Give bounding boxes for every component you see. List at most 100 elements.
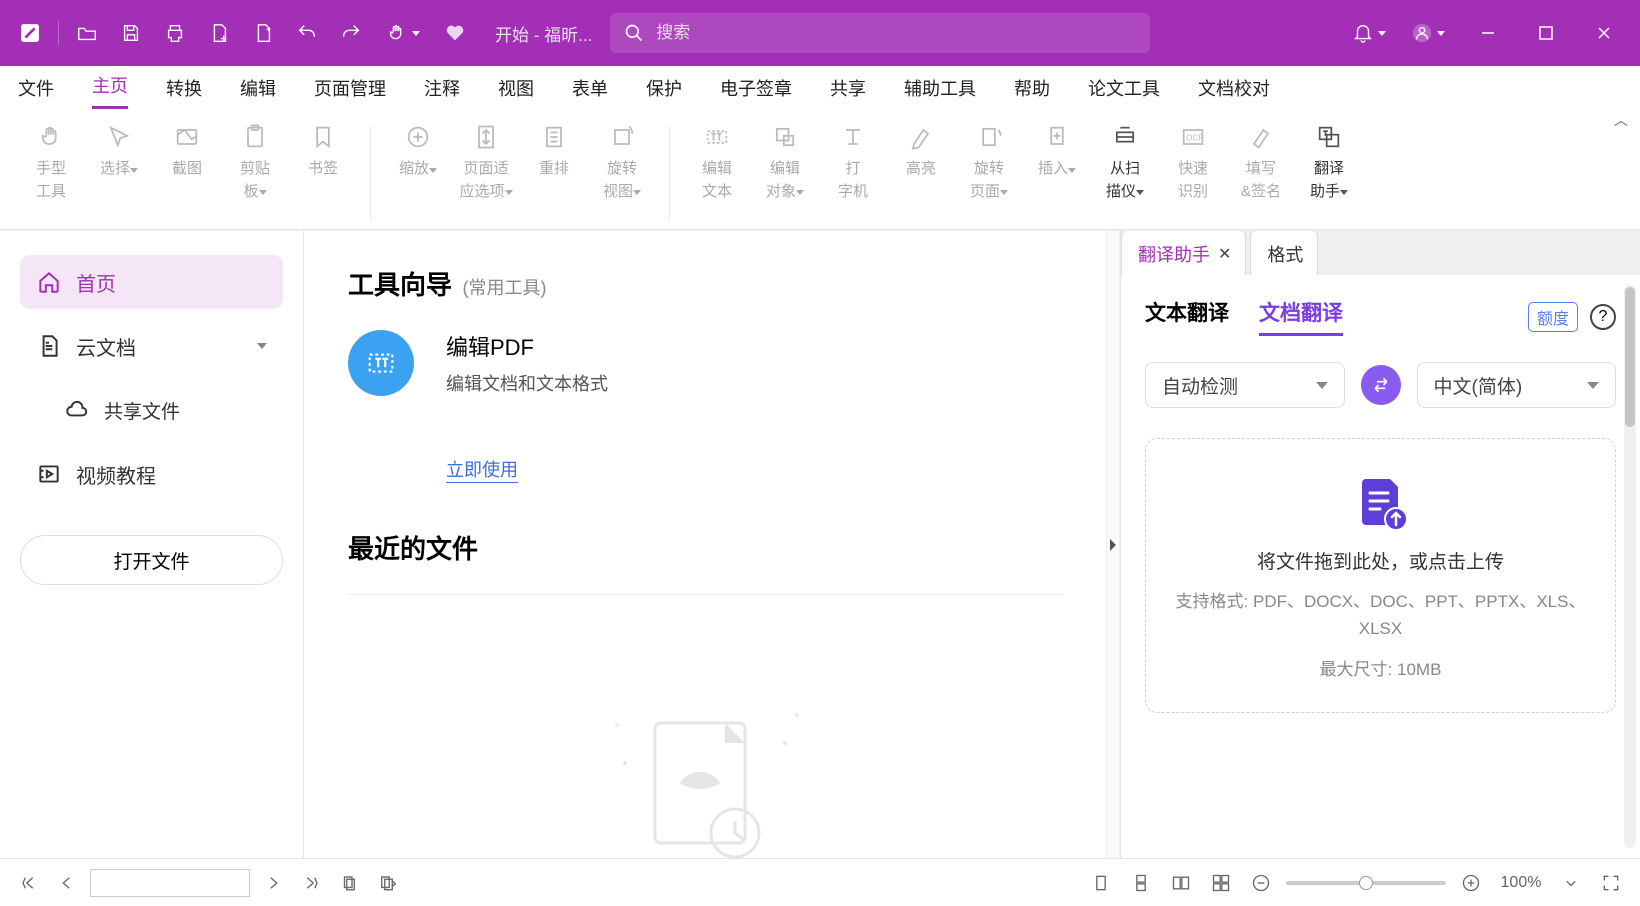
view-two-page-icon[interactable] — [1166, 868, 1196, 898]
heart-icon[interactable] — [435, 13, 475, 53]
menu-pagemgmt[interactable]: 页面管理 — [314, 75, 386, 109]
tab-translate[interactable]: 翻译助手 ✕ — [1121, 230, 1246, 275]
zoom-dropdown-icon[interactable] — [1556, 868, 1586, 898]
main-area: 首页 云文档 共享文件 视频教程 打开文件 工具向导 (常用工具) 编辑PDF — [0, 230, 1640, 858]
sidebar-video-tutorial[interactable]: 视频教程 — [20, 447, 283, 501]
page-number-input[interactable] — [90, 869, 250, 897]
help-icon[interactable]: ? — [1590, 304, 1616, 330]
menu-comment[interactable]: 注释 — [424, 75, 460, 109]
menubar: 文件 主页 转换 编辑 页面管理 注释 视图 表单 保护 电子签章 共享 辅助工… — [0, 66, 1640, 110]
first-page-button[interactable] — [14, 868, 44, 898]
maximize-button[interactable] — [1520, 13, 1572, 53]
svg-text:OCR: OCR — [1186, 134, 1204, 143]
menu-home[interactable]: 主页 — [92, 72, 128, 109]
menu-convert[interactable]: 转换 — [166, 75, 202, 109]
sidebar: 首页 云文档 共享文件 视频教程 打开文件 — [0, 231, 304, 858]
fullscreen-button[interactable] — [1596, 868, 1626, 898]
ribbon-zoom[interactable]: 缩放 — [387, 116, 449, 181]
ribbon-rotate-page[interactable]: 旋转页面 — [958, 116, 1020, 203]
tab-close-icon[interactable]: ✕ — [1218, 244, 1231, 264]
panel-collapse-handle[interactable] — [1106, 231, 1120, 858]
ribbon-ocr[interactable]: OCR快速识别 — [1162, 116, 1224, 203]
ribbon-typewriter[interactable]: 打字机 — [822, 116, 884, 203]
tab-format[interactable]: 格式 — [1250, 230, 1318, 275]
ribbon-edit-object[interactable]: 编辑对象 — [754, 116, 816, 203]
ribbon-highlight[interactable]: 高亮 — [890, 116, 952, 181]
user-icon[interactable] — [1400, 13, 1456, 53]
open-file-button[interactable]: 打开文件 — [20, 535, 283, 585]
menu-thesis[interactable]: 论文工具 — [1088, 75, 1160, 109]
ribbon-hand-tool[interactable]: 手型工具 — [20, 116, 82, 203]
ribbon-insert[interactable]: 插入 — [1026, 116, 1088, 181]
page-copy1-icon[interactable] — [334, 868, 364, 898]
menu-form[interactable]: 表单 — [572, 75, 608, 109]
ribbon-bookmark[interactable]: 书签 — [292, 116, 354, 181]
menu-protect[interactable]: 保护 — [646, 75, 682, 109]
hand-dropdown-icon[interactable] — [375, 13, 431, 53]
sidebar-shared-label: 共享文件 — [104, 397, 180, 424]
subtab-text-translate[interactable]: 文本翻译 — [1145, 297, 1229, 336]
tool-use-link[interactable]: 立即使用 — [446, 456, 518, 483]
quota-badge[interactable]: 额度 — [1528, 302, 1578, 332]
zoom-out-button[interactable] — [1246, 868, 1276, 898]
save-icon[interactable] — [111, 13, 151, 53]
menu-accessibility[interactable]: 辅助工具 — [904, 75, 976, 109]
sidebar-cloud-docs[interactable]: 云文档 — [20, 319, 283, 373]
print-icon[interactable] — [155, 13, 195, 53]
scrollbar-thumb[interactable] — [1625, 287, 1635, 427]
swap-lang-button[interactable] — [1361, 365, 1401, 405]
lang-from-label: 自动检测 — [1162, 372, 1238, 399]
sidebar-home-label: 首页 — [76, 268, 116, 297]
ribbon-from-scanner[interactable]: 从扫描仪 — [1094, 116, 1156, 203]
undo-icon[interactable] — [287, 13, 327, 53]
ribbon-clipboard[interactable]: 剪贴板 — [224, 116, 286, 203]
menu-share[interactable]: 共享 — [830, 75, 866, 109]
next-page-button[interactable] — [258, 868, 288, 898]
ribbon-fill-sign[interactable]: 填写&签名 — [1230, 116, 1292, 203]
menu-file[interactable]: 文件 — [18, 75, 54, 109]
zoom-slider[interactable] — [1286, 881, 1446, 885]
ribbon-translate[interactable]: 翻译助手 — [1298, 116, 1360, 203]
view-continuous-icon[interactable] — [1126, 868, 1156, 898]
redo-icon[interactable] — [331, 13, 371, 53]
tool-guide-title: 工具向导 — [348, 265, 452, 302]
last-page-button[interactable] — [296, 868, 326, 898]
ribbon-fit[interactable]: 页面适应选项 — [455, 116, 517, 203]
ribbon-screenshot[interactable]: 截图 — [156, 116, 218, 181]
menu-sign[interactable]: 电子签章 — [720, 75, 792, 109]
page-copy2-icon[interactable] — [372, 868, 402, 898]
menu-view[interactable]: 视图 — [498, 75, 534, 109]
file-plus-icon[interactable] — [199, 13, 239, 53]
tool-guide-subtitle: (常用工具) — [462, 278, 546, 298]
ribbon-collapse-icon[interactable]: ︿ — [1614, 110, 1628, 130]
view-two-continuous-icon[interactable] — [1206, 868, 1236, 898]
open-folder-icon[interactable] — [67, 13, 107, 53]
lang-to-select[interactable]: 中文(简体) — [1417, 362, 1617, 408]
app-logo-icon[interactable] — [10, 13, 50, 53]
file-new-icon[interactable] — [243, 13, 283, 53]
dropzone-title: 将文件拖到此处，或点击上传 — [1166, 547, 1595, 574]
subtab-doc-translate[interactable]: 文档翻译 — [1259, 297, 1343, 336]
prev-page-button[interactable] — [52, 868, 82, 898]
zoom-slider-knob[interactable] — [1359, 876, 1373, 890]
edit-pdf-icon — [348, 330, 414, 396]
minimize-button[interactable] — [1462, 13, 1514, 53]
bell-icon[interactable] — [1344, 13, 1394, 53]
ribbon-reflow[interactable]: 重排 — [523, 116, 585, 181]
sidebar-shared-files[interactable]: 共享文件 — [20, 383, 283, 437]
ribbon-select[interactable]: 选择 — [88, 116, 150, 181]
ribbon-rotate-view[interactable]: 旋转视图 — [591, 116, 653, 203]
sidebar-home[interactable]: 首页 — [20, 255, 283, 309]
menu-help[interactable]: 帮助 — [1014, 75, 1050, 109]
lang-from-select[interactable]: 自动检测 — [1145, 362, 1345, 408]
close-button[interactable] — [1578, 13, 1630, 53]
scrollbar[interactable] — [1624, 285, 1636, 848]
zoom-in-button[interactable] — [1456, 868, 1486, 898]
upload-dropzone[interactable]: 将文件拖到此处，或点击上传 支持格式: PDF、DOCX、DOC、PPT、PPT… — [1145, 438, 1616, 713]
menu-edit[interactable]: 编辑 — [240, 75, 276, 109]
ribbon-edit-text[interactable]: 编辑文本 — [686, 116, 748, 203]
search-input[interactable] — [656, 23, 1136, 43]
menu-proofread[interactable]: 文档校对 — [1198, 75, 1270, 109]
view-single-icon[interactable] — [1086, 868, 1116, 898]
search-box[interactable] — [610, 13, 1150, 53]
